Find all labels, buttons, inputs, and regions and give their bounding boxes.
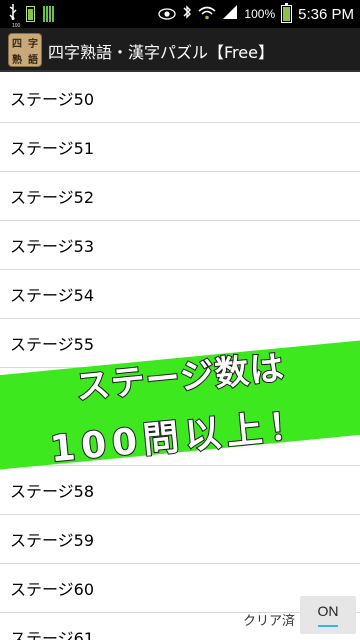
app-icon-char: 四 xyxy=(12,38,22,50)
stage-row[interactable]: ステージ53 xyxy=(0,221,360,270)
stage-row[interactable]: ステージ51 xyxy=(0,123,360,172)
stage-label: ステージ54 xyxy=(10,286,95,305)
app-bar: 四 字 熟 語 四字熟語・漢字パズル【Free】 xyxy=(0,28,360,72)
stage-label: ステージ53 xyxy=(10,237,95,256)
stage-label: ステージ50 xyxy=(10,90,95,109)
toggle-label: ON xyxy=(317,603,339,619)
app-icon-char: 字 xyxy=(28,38,38,50)
stage-row[interactable]: ステージ59 xyxy=(0,515,360,564)
cell-signal-icon xyxy=(222,4,238,24)
app-icon[interactable]: 四 字 熟 語 xyxy=(8,33,42,67)
stage-row[interactable]: ステージ50 xyxy=(0,74,360,123)
status-right-icons: 100% 5:36 PM xyxy=(158,0,354,28)
battery-small-icon xyxy=(26,6,35,22)
status-time: 5:36 PM xyxy=(298,5,354,23)
stage-row[interactable]: ステージ54 xyxy=(0,270,360,319)
stage-row[interactable]: ステージ52 xyxy=(0,172,360,221)
toggle-indicator xyxy=(318,625,338,627)
usb-icon xyxy=(8,4,18,24)
stage-label: ステージ58 xyxy=(10,482,95,501)
bluetooth-icon xyxy=(182,4,192,24)
status-left-icons: 100 xyxy=(8,4,55,29)
app-icon-char: 熟 xyxy=(12,54,22,66)
battery-percent: 100% xyxy=(244,7,276,21)
wifi-icon xyxy=(198,5,216,24)
stage-row[interactable]: ステージ58 xyxy=(0,466,360,515)
bottom-controls: クリア済 ON xyxy=(0,594,360,640)
app-icon-char: 語 xyxy=(28,54,38,66)
cleared-label: クリア済 xyxy=(243,614,296,629)
stage-label: ステージ59 xyxy=(10,531,95,550)
stage-label: ステージ52 xyxy=(10,188,95,207)
cleared-toggle-button[interactable]: ON xyxy=(300,596,356,634)
signal-bars-icon xyxy=(43,6,55,22)
promo-banner: ステージ数は 100問以上！ xyxy=(0,336,360,472)
eye-icon xyxy=(158,5,177,24)
stage-label: ステージ51 xyxy=(10,139,95,158)
status-bar: 100 100% 5:36 PM xyxy=(0,0,360,29)
battery-icon xyxy=(281,3,293,23)
app-title: 四字熟語・漢字パズル【Free】 xyxy=(48,43,274,62)
